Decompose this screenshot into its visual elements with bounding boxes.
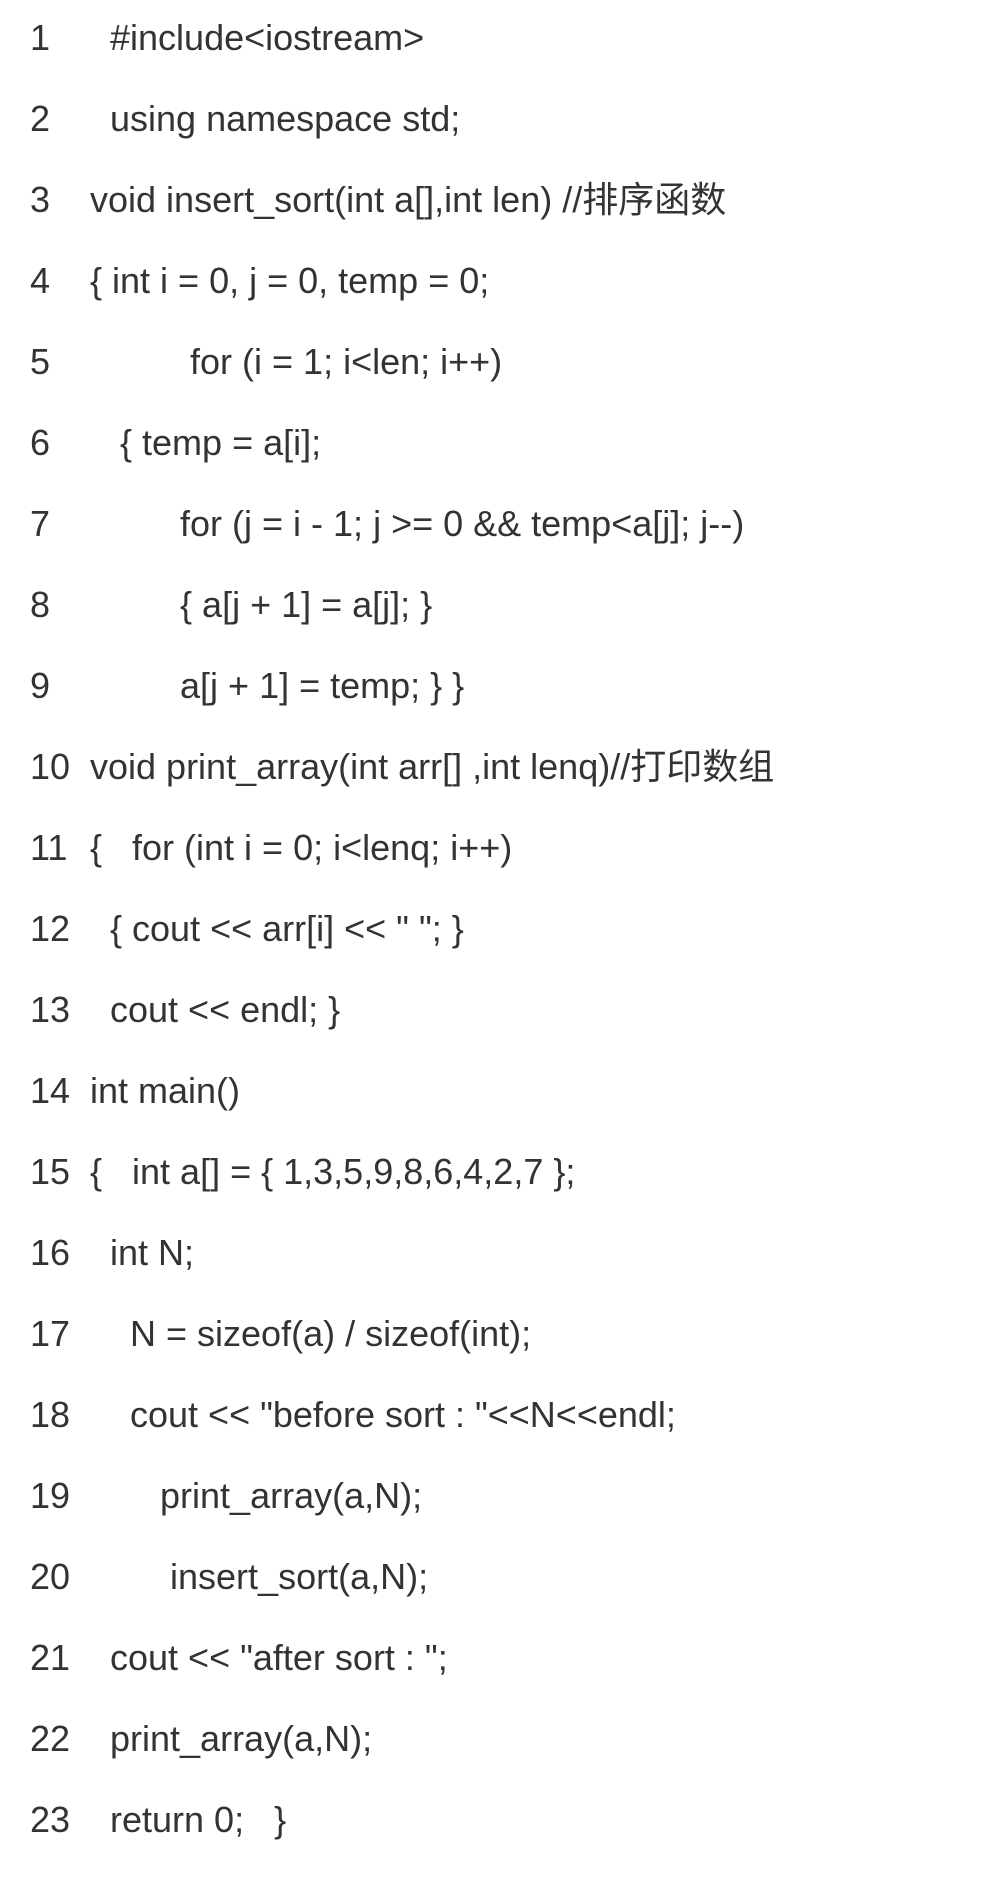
- line-content: { for (int i = 0; i<lenq; i++): [80, 830, 512, 866]
- line-content: insert_sort(a,N);: [80, 1559, 428, 1595]
- line-content: using namespace std;: [80, 101, 460, 137]
- line-number: 8: [30, 587, 80, 623]
- line-content: { temp = a[i];: [80, 425, 321, 461]
- code-line: 16 int N;: [30, 1235, 960, 1271]
- line-content: { a[j + 1] = a[j]; }: [80, 587, 432, 623]
- line-number: 20: [30, 1559, 80, 1595]
- line-number: 16: [30, 1235, 80, 1271]
- code-line: 2 using namespace std;: [30, 101, 960, 137]
- line-content: return 0; }: [80, 1802, 286, 1838]
- line-number: 21: [30, 1640, 80, 1676]
- code-line: 12 { cout << arr[i] << " "; }: [30, 911, 960, 947]
- line-number: 3: [30, 182, 80, 218]
- line-number: 5: [30, 344, 80, 380]
- line-content: int main(): [80, 1073, 240, 1109]
- code-line: 21 cout << "after sort : ";: [30, 1640, 960, 1676]
- code-line: 20 insert_sort(a,N);: [30, 1559, 960, 1595]
- line-number: 2: [30, 101, 80, 137]
- line-content: N = sizeof(a) / sizeof(int);: [80, 1316, 531, 1352]
- line-number: 1: [30, 20, 80, 56]
- line-number: 18: [30, 1397, 80, 1433]
- code-line: 11 { for (int i = 0; i<lenq; i++): [30, 830, 960, 866]
- line-content: cout << "before sort : "<<N<<endl;: [80, 1397, 676, 1433]
- line-number: 22: [30, 1721, 80, 1757]
- code-line: 22 print_array(a,N);: [30, 1721, 960, 1757]
- line-number: 7: [30, 506, 80, 542]
- line-content: { int i = 0, j = 0, temp = 0;: [80, 263, 489, 299]
- code-listing: 1 #include<iostream> 2 using namespace st…: [30, 20, 960, 1838]
- code-line: 4 { int i = 0, j = 0, temp = 0;: [30, 263, 960, 299]
- code-line: 13 cout << endl; }: [30, 992, 960, 1028]
- line-content: void print_array(int arr[] ,int lenq)//打…: [80, 749, 774, 785]
- code-line: 3 void insert_sort(int a[],int len) //排序…: [30, 182, 960, 218]
- line-content: int N;: [80, 1235, 194, 1271]
- code-line: 23 return 0; }: [30, 1802, 960, 1838]
- line-number: 10: [30, 749, 80, 785]
- code-line: 10 void print_array(int arr[] ,int lenq)…: [30, 749, 960, 785]
- line-number: 19: [30, 1478, 80, 1514]
- code-line: 7 for (j = i - 1; j >= 0 && temp<a[j]; j…: [30, 506, 960, 542]
- line-content: void insert_sort(int a[],int len) //排序函数: [80, 182, 726, 218]
- line-content: a[j + 1] = temp; } }: [80, 668, 464, 704]
- line-content: print_array(a,N);: [80, 1478, 422, 1514]
- code-line: 14 int main(): [30, 1073, 960, 1109]
- code-line: 5 for (i = 1; i<len; i++): [30, 344, 960, 380]
- line-content: cout << endl; }: [80, 992, 340, 1028]
- line-content: for (i = 1; i<len; i++): [80, 344, 502, 380]
- line-number: 6: [30, 425, 80, 461]
- line-content: { int a[] = { 1,3,5,9,8,6,4,2,7 };: [80, 1154, 575, 1190]
- line-content: { cout << arr[i] << " "; }: [80, 911, 464, 947]
- line-number: 9: [30, 668, 80, 704]
- code-line: 8 { a[j + 1] = a[j]; }: [30, 587, 960, 623]
- line-content: cout << "after sort : ";: [80, 1640, 448, 1676]
- code-line: 18 cout << "before sort : "<<N<<endl;: [30, 1397, 960, 1433]
- line-content: print_array(a,N);: [80, 1721, 372, 1757]
- line-number: 15: [30, 1154, 80, 1190]
- line-content: for (j = i - 1; j >= 0 && temp<a[j]; j--…: [80, 506, 744, 542]
- line-number: 4: [30, 263, 80, 299]
- code-line: 15 { int a[] = { 1,3,5,9,8,6,4,2,7 };: [30, 1154, 960, 1190]
- line-number: 12: [30, 911, 80, 947]
- code-line: 19 print_array(a,N);: [30, 1478, 960, 1514]
- line-number: 23: [30, 1802, 80, 1838]
- line-number: 14: [30, 1073, 80, 1109]
- line-number: 11: [30, 830, 80, 866]
- code-line: 6 { temp = a[i];: [30, 425, 960, 461]
- line-content: #include<iostream>: [80, 20, 424, 56]
- line-number: 17: [30, 1316, 80, 1352]
- code-line: 17 N = sizeof(a) / sizeof(int);: [30, 1316, 960, 1352]
- code-line: 9 a[j + 1] = temp; } }: [30, 668, 960, 704]
- line-number: 13: [30, 992, 80, 1028]
- code-line: 1 #include<iostream>: [30, 20, 960, 56]
